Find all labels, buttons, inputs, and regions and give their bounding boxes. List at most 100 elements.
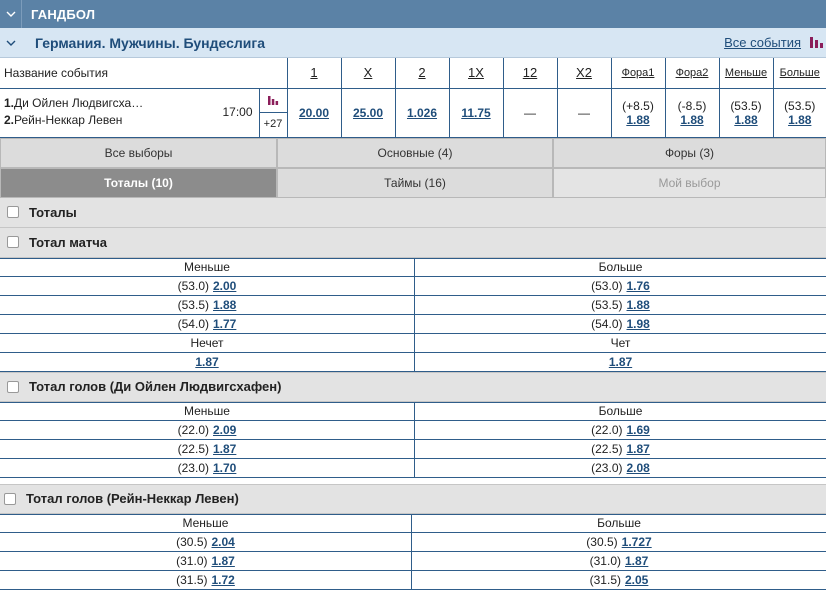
tab-totals[interactable]: Тоталы (10) — [0, 167, 277, 198]
odd-under[interactable]: 1.88 — [213, 298, 236, 312]
odd-under[interactable]: 1.87 — [212, 554, 235, 568]
line: (53.5) — [591, 297, 623, 312]
line: (31.0) — [589, 553, 621, 568]
group-checkbox[interactable] — [7, 206, 19, 218]
column-event-name: Название события — [0, 58, 288, 89]
column-x[interactable]: X — [340, 58, 396, 89]
odd-under[interactable]: 2.04 — [212, 535, 235, 549]
odd-under[interactable]: 1.77 — [213, 317, 236, 331]
odd-over[interactable]: 2.08 — [627, 461, 650, 475]
odd-over[interactable]: 1.98 — [627, 317, 650, 331]
team2-number: 2. — [4, 112, 15, 127]
event-time: 17:00 — [222, 104, 253, 119]
line: (54.0) — [591, 316, 623, 331]
odd-over[interactable]: 1.76 — [627, 279, 650, 293]
team2-name[interactable]: Рейн-Неккар Левен — [14, 113, 122, 127]
statistics-icon[interactable] — [809, 35, 823, 51]
header-under: Меньше — [0, 258, 415, 276]
fora2-odd[interactable]: 1.88 — [680, 113, 703, 127]
odd-under[interactable]: 2.09 — [213, 423, 236, 437]
odd-odd[interactable]: 1.87 — [195, 355, 218, 369]
market-header-row: Нечет Чет — [0, 333, 826, 353]
group-checkbox[interactable] — [4, 492, 16, 505]
over-odd[interactable]: 1.88 — [788, 113, 811, 127]
header-even: Чет — [610, 335, 631, 350]
group-checkbox[interactable] — [7, 380, 19, 393]
column-1[interactable]: 1 — [286, 58, 342, 89]
column-under[interactable]: Меньше — [718, 58, 774, 89]
line: (30.5) — [586, 534, 618, 549]
market-header-row: Меньше Больше — [0, 257, 826, 277]
table-header-row: Название события 1 X 2 1X 12 X2 Фора1 Фо… — [0, 58, 826, 89]
table-row: (22.5) 1.87 (22.5) 1.87 — [0, 439, 826, 459]
group-totals[interactable]: Тоталы — [0, 197, 826, 228]
odd-2[interactable]: 1.026 — [407, 106, 437, 120]
odd-x[interactable]: 25.00 — [353, 106, 383, 120]
league-header[interactable]: Германия. Мужчины. Бундеслига Все событи… — [0, 28, 826, 58]
fora1-odd[interactable]: 1.88 — [626, 113, 649, 127]
line: (30.5) — [176, 534, 208, 549]
header-over: Больше — [598, 260, 643, 274]
odd-1[interactable]: 20.00 — [299, 106, 329, 120]
line: (23.0) — [177, 460, 209, 475]
table-row: (23.0) 1.70 (23.0) 2.08 — [0, 458, 826, 478]
market-tabs: Все выборы Основные (4) Форы (3) Тоталы … — [0, 137, 826, 198]
header-odd: Нечет — [0, 333, 415, 352]
sport-header[interactable]: ГАНДБОЛ — [0, 0, 826, 28]
tab-main[interactable]: Основные (4) — [277, 137, 553, 168]
group-team1-total[interactable]: Тотал голов (Ди Ойлен Людвигсхафен) — [0, 371, 826, 402]
event-teams[interactable]: 1.Ди Ойлен Людвигсха… 2.Рейн-Неккар Леве… — [0, 87, 288, 138]
column-fora2[interactable]: Фора2 — [664, 58, 720, 89]
group-title: Тоталы — [29, 204, 77, 220]
line: (31.5) — [589, 572, 621, 587]
odd-over[interactable]: 1.69 — [627, 423, 650, 437]
odd-under[interactable]: 1.72 — [212, 573, 235, 587]
more-markets-count[interactable]: +27 — [260, 113, 287, 136]
header-over: Больше — [597, 516, 641, 530]
column-12[interactable]: 12 — [502, 58, 558, 89]
odd-over[interactable]: 1.88 — [627, 298, 650, 312]
odd-over[interactable]: 1.87 — [627, 442, 650, 456]
group-match-total[interactable]: Тотал матча — [0, 227, 826, 258]
odd-under[interactable]: 2.00 — [213, 279, 236, 293]
line: (53.5) — [177, 297, 209, 312]
tab-my-choice[interactable]: Мой выбор — [553, 167, 826, 198]
tab-halves[interactable]: Таймы (16) — [277, 167, 553, 198]
tab-handicaps[interactable]: Форы (3) — [553, 137, 826, 168]
group-title: Тотал голов (Рейн-Неккар Левен) — [26, 491, 239, 506]
fora1-line: (+8.5) — [622, 98, 654, 113]
event-row: 1.Ди Ойлен Людвигсха… 2.Рейн-Неккар Леве… — [0, 87, 826, 138]
header-over: Больше — [598, 404, 643, 418]
column-2[interactable]: 2 — [394, 58, 450, 89]
under-line: (53.5) — [730, 98, 762, 113]
chevron-down-icon[interactable] — [0, 28, 22, 58]
league-title: Германия. Мужчины. Бундеслига — [35, 34, 265, 51]
team1-number: 1. — [4, 95, 15, 110]
column-x2[interactable]: X2 — [556, 58, 612, 89]
column-over[interactable]: Больше — [772, 58, 826, 89]
column-fora1[interactable]: Фора1 — [610, 58, 666, 89]
group-checkbox[interactable] — [7, 236, 19, 248]
all-events-link[interactable]: Все события — [724, 35, 801, 50]
under-odd[interactable]: 1.88 — [734, 113, 757, 127]
tab-all[interactable]: Все выборы — [0, 137, 277, 168]
market-team1-total: Меньше Больше (22.0) 2.09 (22.0) 1.69 (22.… — [0, 401, 826, 478]
odd-over[interactable]: 1.727 — [622, 535, 652, 549]
odd-even[interactable]: 1.87 — [609, 355, 632, 369]
line: (53.0) — [177, 278, 209, 293]
group-team2-total[interactable]: Тотал голов (Рейн-Неккар Левен) — [0, 483, 826, 514]
column-1x[interactable]: 1X — [448, 58, 504, 89]
odd-over[interactable]: 2.05 — [625, 573, 648, 587]
group-title: Тотал матча — [29, 234, 108, 250]
chevron-down-icon[interactable] — [0, 0, 22, 28]
statistics-icon[interactable] — [259, 89, 287, 113]
market-header-row: Меньше Больше — [0, 401, 826, 421]
odd-under[interactable]: 1.87 — [213, 442, 236, 456]
odd-1x[interactable]: 11.75 — [461, 106, 490, 120]
table-row: (30.5) 2.04 (30.5) 1.727 — [0, 532, 826, 552]
odd-under[interactable]: 1.70 — [213, 461, 236, 475]
odd-over[interactable]: 1.87 — [625, 554, 648, 568]
table-row: (31.0) 1.87 (31.0) 1.87 — [0, 551, 826, 571]
line: (22.5) — [591, 441, 623, 456]
team1-name[interactable]: Ди Ойлен Людвигсха… — [14, 96, 143, 110]
